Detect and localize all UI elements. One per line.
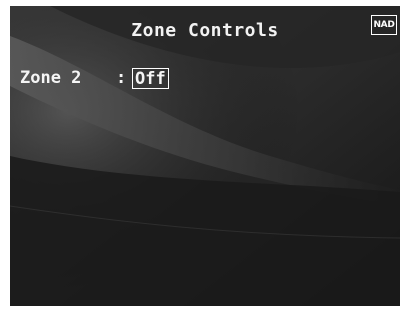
label-separator: : [116, 68, 127, 88]
background-swoosh [10, 6, 400, 306]
page-title: Zone Controls [131, 20, 279, 41]
zone-2-value-selector[interactable]: Off [132, 67, 169, 89]
osd-screen: Zone Controls NAD Zone 2 : Off [10, 6, 400, 306]
zone-2-label: Zone 2 [20, 68, 82, 88]
zone-2-row: Zone 2 : Off [20, 65, 169, 91]
nad-logo: NAD [371, 15, 397, 35]
